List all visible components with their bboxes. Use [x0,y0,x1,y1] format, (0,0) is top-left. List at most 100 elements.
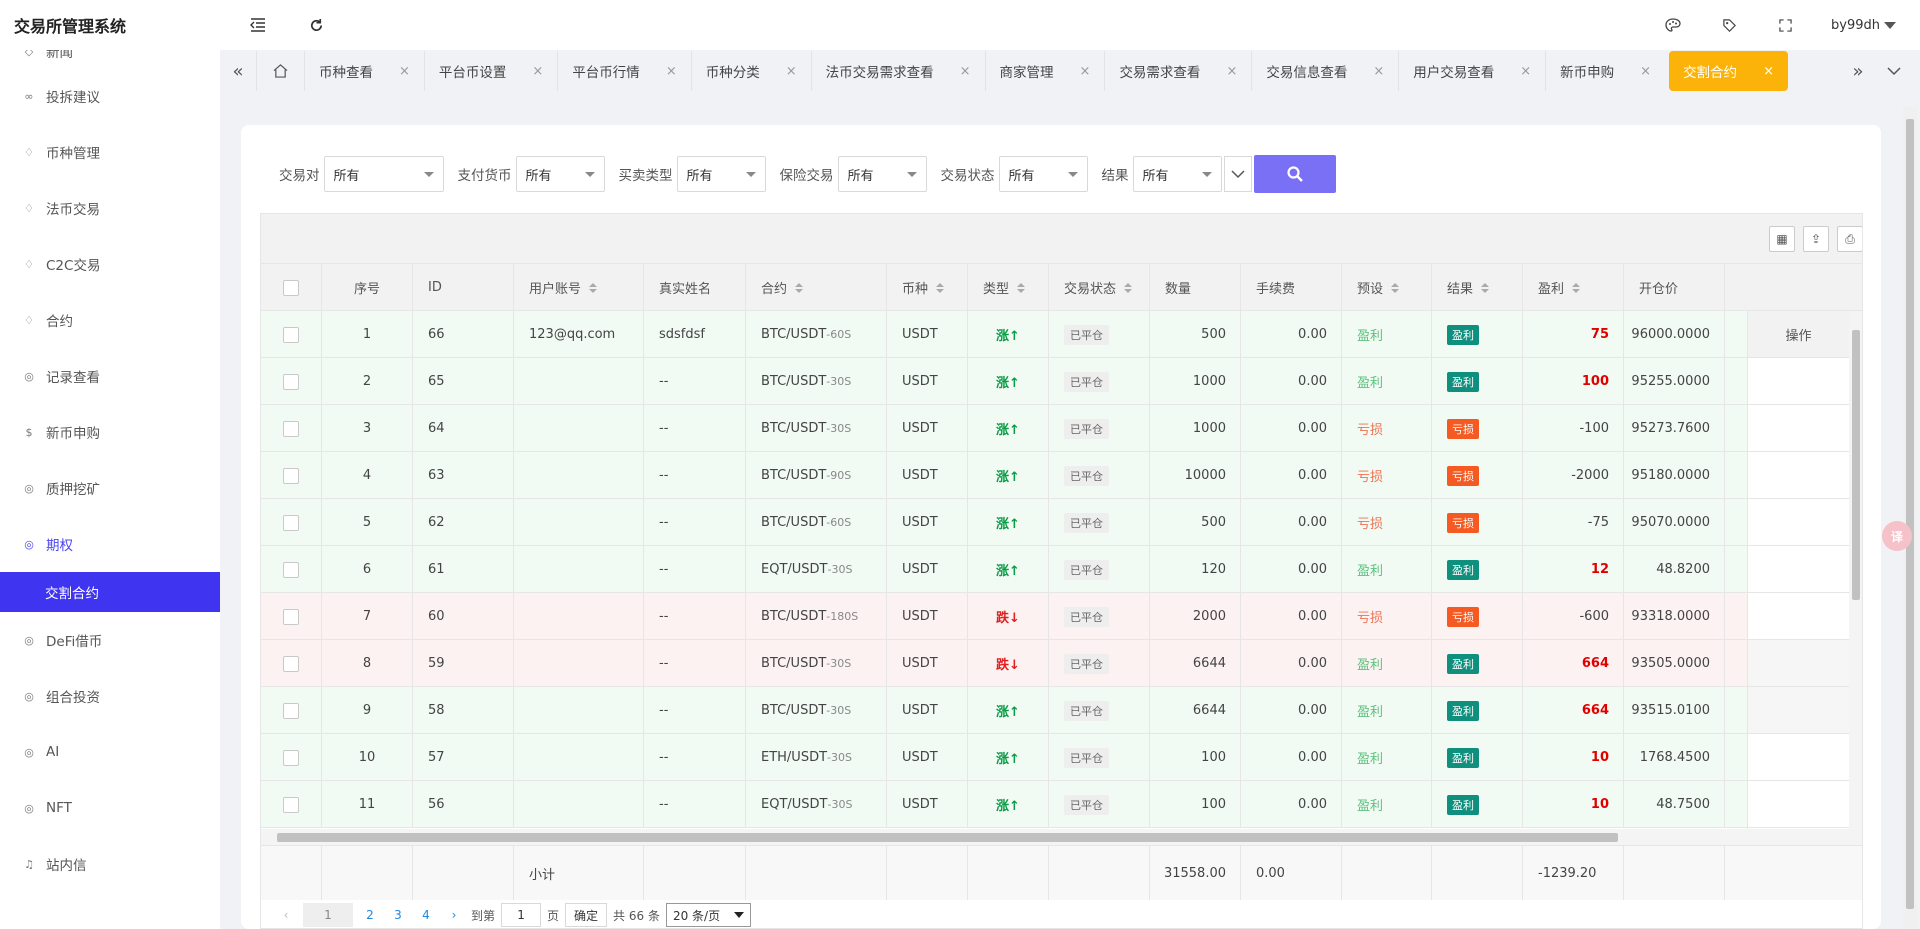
tabs-menu-chevron-down-icon[interactable] [1876,51,1912,91]
tab-user-trade[interactable]: 用户交易查看 × [1398,51,1545,91]
operation-cell[interactable] [1747,452,1849,499]
columns-filter-icon[interactable]: ▦ [1769,226,1795,252]
row-checkbox[interactable] [283,655,299,672]
sort-icon[interactable] [1481,282,1490,293]
row-checkbox[interactable] [283,467,299,484]
header-profit[interactable]: 盈利 [1523,264,1624,311]
translate-icon[interactable]: 译 [1882,521,1912,551]
close-icon[interactable]: × [532,64,543,79]
sidebar-item-news[interactable]: ◇ 新闻 [0,50,220,68]
row-checkbox[interactable] [283,514,299,531]
header-account[interactable]: 用户账号 [514,264,644,311]
tab-home[interactable] [256,51,304,91]
sort-icon[interactable] [1124,282,1133,293]
tab-platform-coin-settings[interactable]: 平台币设置 × [423,51,557,91]
tab-trade-demand[interactable]: 交易需求查看 × [1104,51,1251,91]
search-button[interactable] [1253,155,1336,193]
header-status[interactable]: 交易状态 [1049,264,1150,311]
print-icon[interactable]: ⎙ [1837,226,1862,252]
table-row[interactable]: 4 63 -- BTC/USDT -90S USDT 涨↑ 已平仓 10000 0.00 亏损 亏损 -… [261,452,1862,499]
table-row[interactable]: 5 62 -- BTC/USDT -60S USDT 涨↑ 已平仓 500 0.00 亏损 亏损 -75… [261,499,1862,546]
operation-cell[interactable] [1747,640,1849,687]
page-scroll-thumb[interactable] [1906,119,1914,909]
close-icon[interactable]: × [786,64,797,79]
sidebar-item-messages[interactable]: ♫ 站内信 [0,836,220,892]
table-row[interactable]: 7 60 -- BTC/USDT -180S USDT 跌↓ 已平仓 2000 0.00 亏损 亏损 -… [261,593,1862,640]
user-menu[interactable]: by99dh [1831,18,1896,33]
horizontal-scroll-thumb[interactable] [277,833,1618,842]
filter-result-select[interactable]: 所有 [1132,156,1222,192]
table-row[interactable]: 3 64 -- BTC/USDT -30S USDT 涨↑ 已平仓 1000 0.00 亏损 亏损 -1… [261,405,1862,452]
page-3[interactable]: 3 [387,903,409,927]
sidebar-item-contract[interactable]: ♢ 合约 [0,292,220,348]
filter-pair-select[interactable]: 所有 [323,156,444,192]
tab-coin-category[interactable]: 币种分类 × [690,51,811,91]
sidebar-item-c2c-trade[interactable]: ♢ C2C交易 [0,236,220,292]
page-scrollbar[interactable] [1903,107,1917,929]
filter-pay-currency-select[interactable]: 所有 [515,156,605,192]
header-coin[interactable]: 币种 [887,264,968,311]
row-checkbox[interactable] [283,373,299,390]
sidebar-item-nft[interactable]: ◎ NFT [0,780,220,836]
sidebar-item-options[interactable]: ◎ 期权 [0,516,220,572]
vertical-scroll-thumb[interactable] [1852,330,1860,600]
row-checkbox[interactable] [283,796,299,813]
row-checkbox[interactable] [283,749,299,766]
table-row[interactable]: 8 59 -- BTC/USDT -30S USDT 跌↓ 已平仓 6644 0.00 盈利 盈利 66… [261,640,1862,687]
tab-new-coin[interactable]: 新币申购 × [1545,51,1665,91]
header-type[interactable]: 类型 [968,264,1049,311]
table-row[interactable]: 9 58 -- BTC/USDT -30S USDT 涨↑ 已平仓 6644 0.00 盈利 盈利 66… [261,687,1862,734]
table-row[interactable]: 6 61 -- EQT/USDT -30S USDT 涨↑ 已平仓 120 0.00 盈利 盈利 12 4… [261,546,1862,593]
sidebar-item-fiat-trade[interactable]: ♢ 法币交易 [0,180,220,236]
goto-confirm-button[interactable]: 确定 [565,903,608,927]
tabs-scroll-left-icon[interactable]: « [220,51,256,91]
operation-cell[interactable] [1747,358,1849,405]
operation-cell[interactable] [1747,593,1849,640]
page-size-select[interactable]: 20 条/页 [665,903,752,927]
select-all-checkbox[interactable] [283,279,299,296]
header-preset[interactable]: 预设 [1342,264,1432,311]
sidebar-item-coin-management[interactable]: ♢ 币种管理 [0,124,220,180]
sidebar-item-staking[interactable]: ◎ 质押挖矿 [0,460,220,516]
sidebar-item-ai[interactable]: ◎ AI [0,724,220,780]
close-icon[interactable]: × [1226,64,1237,79]
goto-page-input[interactable]: 1 [501,903,542,927]
sort-icon[interactable] [1391,282,1400,293]
sort-icon[interactable] [1017,282,1026,293]
close-icon[interactable]: × [1080,64,1091,79]
sort-icon[interactable] [589,282,598,293]
close-icon[interactable]: × [1373,64,1384,79]
close-icon[interactable]: × [1640,64,1651,79]
row-checkbox[interactable] [283,702,299,719]
tab-coin-view[interactable]: 币种查看 × [304,51,424,91]
filter-status-select[interactable]: 所有 [998,156,1088,192]
operation-cell[interactable] [1747,499,1849,546]
sidebar-subitem-delivery-contract[interactable]: 交割合约 [0,572,220,612]
expand-filters-button[interactable] [1223,156,1252,192]
table-row[interactable]: 10 57 -- ETH/USDT -30S USDT 涨↑ 已平仓 100 0.00 盈利 盈利 10… [261,734,1862,781]
operation-cell[interactable] [1747,734,1849,781]
close-icon[interactable]: × [1520,64,1531,79]
sidebar-item-records[interactable]: ◎ 记录查看 [0,348,220,404]
table-row[interactable]: 2 65 -- BTC/USDT -30S USDT 涨↑ 已平仓 1000 0.00 盈利 盈利 10… [261,358,1862,405]
filter-insurance-select[interactable]: 所有 [837,156,927,192]
operation-cell[interactable] [1747,546,1849,593]
sidebar-item-defi[interactable]: ◎ DeFi借币 [0,612,220,668]
refresh-icon[interactable] [306,15,326,35]
header-contract[interactable]: 合约 [746,264,887,311]
tab-platform-coin-market[interactable]: 平台币行情 × [557,51,690,91]
palette-icon[interactable] [1663,15,1683,35]
close-icon[interactable]: × [1763,64,1774,79]
row-checkbox[interactable] [283,561,299,578]
table-row[interactable]: 1 66 123@qq.com sdsfdsf BTC/USDT -60S USDT 涨↑ 已平… [261,311,1862,358]
close-icon[interactable]: × [960,64,971,79]
next-page-icon[interactable]: › [443,903,465,927]
page-current[interactable]: 1 [303,903,353,927]
row-checkbox[interactable] [283,608,299,625]
sidebar-item-portfolio[interactable]: ◎ 组合投资 [0,668,220,724]
sort-icon[interactable] [936,282,945,293]
operation-cell[interactable] [1747,781,1849,828]
tab-delivery-contract[interactable]: 交割合约 × [1669,51,1788,91]
prev-page-icon[interactable]: ‹ [275,903,297,927]
operation-cell[interactable] [1747,405,1849,452]
